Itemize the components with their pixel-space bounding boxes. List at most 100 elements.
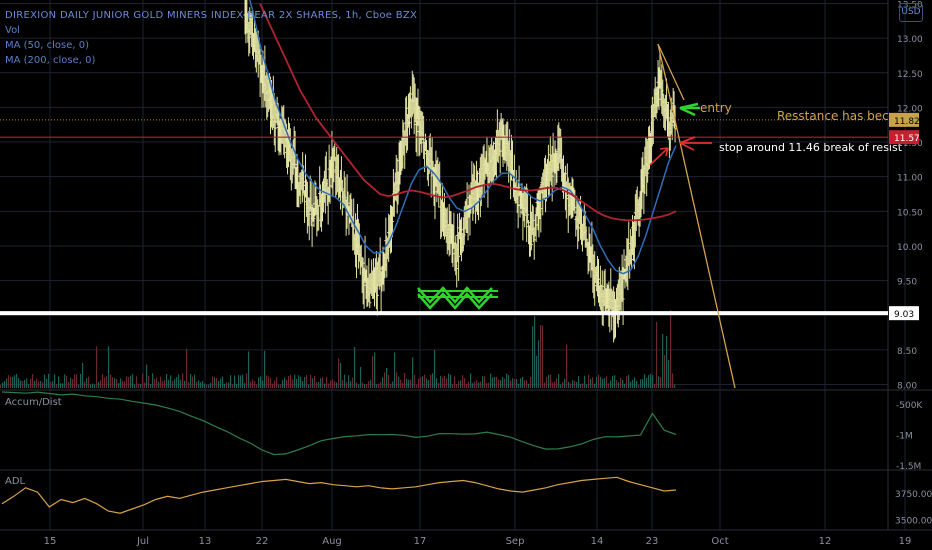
volume-bar bbox=[642, 379, 644, 388]
volume-bar bbox=[72, 379, 74, 388]
volume-bar bbox=[274, 380, 276, 388]
volume-bar bbox=[390, 383, 392, 388]
volume-bar bbox=[106, 376, 108, 388]
volume-bar bbox=[498, 379, 500, 388]
volume-bar bbox=[336, 382, 338, 388]
volume-bar bbox=[558, 374, 560, 388]
volume-bar bbox=[400, 379, 402, 388]
volume-bar bbox=[110, 374, 112, 388]
volume-bar bbox=[564, 378, 566, 388]
volume-bar bbox=[194, 374, 196, 388]
volume-bar bbox=[580, 384, 582, 388]
volume-bar bbox=[308, 384, 310, 388]
time-tick-label: 17 bbox=[414, 536, 427, 547]
volume-bar bbox=[394, 352, 396, 388]
volume-bar bbox=[442, 377, 444, 388]
volume-bar bbox=[156, 377, 158, 388]
chart-canvas[interactable]: entryResstance has becomestop around 11.… bbox=[0, 0, 932, 550]
volume-bar bbox=[596, 377, 598, 388]
symbol-title[interactable]: DIREXION DAILY JUNIOR GOLD MINERS INDEX … bbox=[5, 8, 417, 23]
volume-bar bbox=[214, 377, 216, 388]
volume-bar bbox=[242, 374, 244, 388]
volume-bar bbox=[424, 374, 426, 388]
legend-ma50[interactable]: MA (50, close, 0) bbox=[5, 38, 417, 53]
time-tick-label: Sep bbox=[506, 536, 525, 547]
volume-bar bbox=[158, 381, 160, 388]
volume-bar bbox=[100, 380, 102, 388]
volume-bar bbox=[10, 376, 12, 388]
volume-bar bbox=[506, 373, 508, 388]
accum-tick-label: -1M bbox=[896, 432, 913, 442]
volume-bar bbox=[330, 380, 332, 388]
volume-bar bbox=[154, 378, 156, 388]
volume-bar bbox=[178, 374, 180, 388]
time-tick-label: 14 bbox=[591, 536, 604, 547]
stop-marker[interactable] bbox=[649, 147, 669, 166]
volume-bar bbox=[408, 379, 410, 388]
volume-bar bbox=[88, 376, 90, 388]
volume-bar bbox=[530, 376, 532, 388]
volume-bar bbox=[80, 373, 82, 388]
volume-bar bbox=[560, 384, 562, 388]
volume-bar bbox=[436, 378, 438, 388]
volume-bar bbox=[222, 376, 224, 388]
volume-bar bbox=[226, 382, 228, 388]
legend-ma200[interactable]: MA (200, close, 0) bbox=[5, 53, 417, 68]
currency-button[interactable]: USD bbox=[899, 3, 923, 22]
volume-bar bbox=[84, 381, 86, 388]
volume-bar bbox=[638, 384, 640, 388]
volume-bar bbox=[380, 381, 382, 388]
volume-bar bbox=[312, 378, 314, 388]
volume-bar bbox=[452, 384, 454, 388]
volume-bar bbox=[528, 383, 530, 388]
volume-bar bbox=[304, 377, 306, 388]
volume-bar bbox=[262, 380, 264, 388]
accum-tick-label: -500K bbox=[896, 401, 923, 411]
volume-bar bbox=[410, 379, 412, 388]
volume-bar bbox=[538, 340, 540, 388]
volume-bar bbox=[228, 382, 230, 388]
volume-bar bbox=[264, 350, 266, 388]
adl-line[interactable] bbox=[1, 476, 677, 514]
price-tick-label: 13.00 bbox=[897, 35, 923, 45]
volume-bar bbox=[294, 374, 296, 388]
volume-bar bbox=[626, 376, 628, 388]
volume-bar bbox=[70, 377, 72, 388]
volume-bar bbox=[672, 373, 674, 388]
volume-bar bbox=[614, 375, 616, 388]
volume-bar bbox=[352, 377, 354, 388]
volume-bar bbox=[468, 381, 470, 388]
volume-bar bbox=[434, 349, 436, 388]
legend-vol[interactable]: Vol bbox=[5, 23, 417, 38]
volume-bar bbox=[594, 383, 596, 388]
volume-bar bbox=[172, 380, 174, 388]
volume-bar bbox=[108, 346, 110, 388]
volume-bar bbox=[600, 376, 602, 388]
volume-bar bbox=[616, 380, 618, 388]
volume-bar bbox=[534, 316, 536, 388]
volume-bar bbox=[86, 378, 88, 388]
volume-bar bbox=[396, 372, 398, 388]
adl-tick-label: 3500.00 bbox=[895, 517, 932, 527]
accum-dist-line[interactable] bbox=[1, 391, 677, 456]
volume-bar bbox=[244, 383, 246, 388]
volume-bar bbox=[122, 380, 124, 388]
volume-bar bbox=[116, 379, 118, 388]
stop-arrow[interactable] bbox=[679, 136, 712, 151]
time-tick-label: Aug bbox=[322, 536, 342, 547]
volume-bar bbox=[316, 382, 318, 388]
volume-bar bbox=[276, 377, 278, 388]
volume-bar bbox=[170, 375, 172, 388]
volume-bar bbox=[378, 383, 380, 388]
volume-bar bbox=[608, 383, 610, 388]
volume-bar bbox=[640, 379, 642, 388]
volume-bar bbox=[212, 376, 214, 388]
volume-bar bbox=[292, 379, 294, 388]
volume-bar bbox=[256, 384, 258, 388]
volume-bar bbox=[126, 376, 128, 388]
volume-bar bbox=[432, 373, 434, 388]
entry-arrow[interactable] bbox=[679, 102, 700, 117]
volume-bar bbox=[6, 378, 8, 388]
trend-line[interactable] bbox=[657, 43, 736, 389]
volume-bar bbox=[652, 375, 654, 388]
